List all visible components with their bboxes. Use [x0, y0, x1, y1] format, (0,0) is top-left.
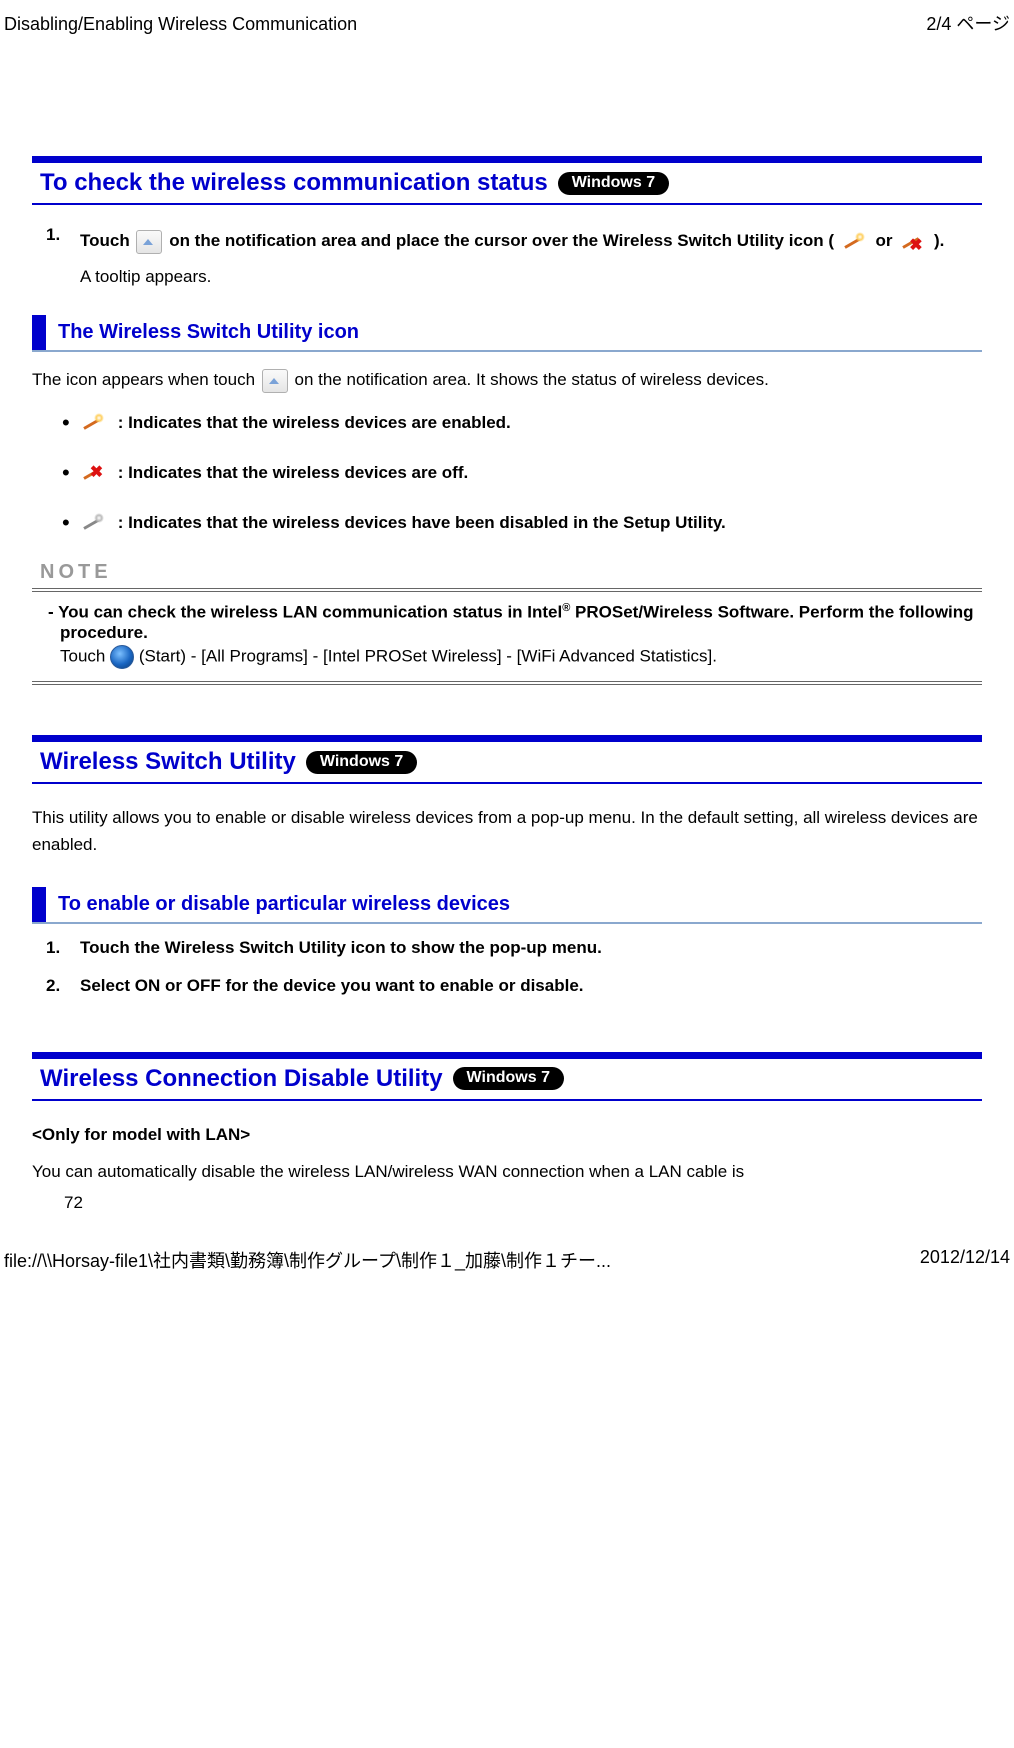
bullet-text: : Indicates that the wireless devices ar…: [118, 463, 469, 483]
list-item: • : Indicates that the wireless devices …: [62, 411, 982, 435]
doc-title: Disabling/Enabling Wireless Communicatio…: [4, 14, 357, 35]
step-number: 1.: [46, 938, 66, 958]
section-disable-utility-heading: Wireless Connection Disable Utility Wind…: [32, 1052, 982, 1101]
wireless-on-icon: [80, 411, 108, 435]
text-fragment: Touch: [80, 231, 134, 250]
text-fragment: (Start) - [All Programs] - [Intel PROSet…: [139, 647, 717, 666]
note-procedure: Touch (Start) - [All Programs] - [Intel …: [38, 645, 976, 669]
subsection-enable-disable-heading: To enable or disable particular wireless…: [32, 887, 982, 924]
text-fragment: on the notification area and place the c…: [169, 231, 839, 250]
wireless-off-icon: [899, 230, 927, 254]
bullet-text: : Indicates that the wireless devices ar…: [118, 413, 511, 433]
subsection-title: To enable or disable particular wireless…: [58, 887, 510, 922]
tray-arrow-icon: [262, 369, 288, 393]
model-note: <Only for model with LAN>: [32, 1121, 982, 1148]
paragraph: This utility allows you to enable or dis…: [32, 804, 982, 858]
os-badge: Windows 7: [558, 172, 669, 195]
bullet-text: : Indicates that the wireless devices ha…: [118, 513, 726, 533]
steps-list: 1. Touch the Wireless Switch Utility ico…: [46, 938, 982, 996]
page-number: 72: [32, 1193, 982, 1213]
section-check-status-heading: To check the wireless communication stat…: [32, 156, 982, 205]
text-fragment: - You can check the wireless LAN communi…: [48, 603, 562, 622]
wireless-off-icon: [80, 461, 108, 485]
page-header: Disabling/Enabling Wireless Communicatio…: [0, 0, 1014, 36]
text-fragment: or: [876, 231, 898, 250]
page-indicator: 2/4 ページ: [926, 10, 1010, 36]
start-orb-icon: [110, 645, 134, 669]
section-title: Wireless Switch Utility: [40, 748, 296, 776]
wireless-on-icon: [841, 230, 869, 254]
list-item: 2. Select ON or OFF for the device you w…: [46, 976, 982, 996]
subsection-icon-heading: The Wireless Switch Utility icon: [32, 315, 982, 352]
paragraph: You can automatically disable the wirele…: [32, 1158, 982, 1185]
tray-arrow-icon: [136, 230, 162, 254]
step-body: Select ON or OFF for the device you want…: [80, 976, 982, 996]
text-fragment: Touch: [60, 647, 110, 666]
note-box: - You can check the wireless LAN communi…: [32, 588, 982, 685]
page-footer: file://\\Horsay-file1\社内書類\勤務簿\制作グループ\制作…: [0, 1213, 1014, 1283]
file-path: file://\\Horsay-file1\社内書類\勤務簿\制作グループ\制作…: [4, 1247, 611, 1273]
text-fragment: on the notification area. It shows the s…: [295, 370, 769, 389]
wireless-disabled-icon: [80, 511, 108, 535]
list-item: 1. Touch on the notification area and pl…: [46, 225, 982, 257]
list-item: 1. Touch the Wireless Switch Utility ico…: [46, 938, 982, 958]
section-title: To check the wireless communication stat…: [40, 169, 548, 197]
step-body: Touch on the notification area and place…: [80, 225, 982, 257]
text-fragment: ).: [934, 231, 944, 250]
section-title: Wireless Connection Disable Utility: [40, 1065, 443, 1093]
paragraph: The icon appears when touch on the notif…: [32, 366, 982, 393]
footer-date: 2012/12/14: [920, 1247, 1010, 1273]
os-badge: Windows 7: [306, 751, 417, 774]
steps-list: 1. Touch on the notification area and pl…: [46, 225, 982, 257]
note-label: NOTE: [32, 561, 982, 584]
icon-bullet-list: • : Indicates that the wireless devices …: [62, 411, 982, 535]
step-number: 1.: [46, 225, 66, 245]
note-line: - You can check the wireless LAN communi…: [38, 602, 976, 643]
subsection-title: The Wireless Switch Utility icon: [58, 315, 359, 350]
heading-bar: [32, 315, 46, 350]
list-item: • : Indicates that the wireless devices …: [62, 461, 982, 485]
section-switch-utility-heading: Wireless Switch Utility Windows 7: [32, 735, 982, 784]
os-badge: Windows 7: [453, 1067, 564, 1090]
text-fragment: The icon appears when touch: [32, 370, 260, 389]
step-body: Touch the Wireless Switch Utility icon t…: [80, 938, 982, 958]
list-item: • : Indicates that the wireless devices …: [62, 511, 982, 535]
step-number: 2.: [46, 976, 66, 996]
step-sub-text: A tooltip appears.: [80, 267, 982, 287]
heading-bar: [32, 887, 46, 922]
